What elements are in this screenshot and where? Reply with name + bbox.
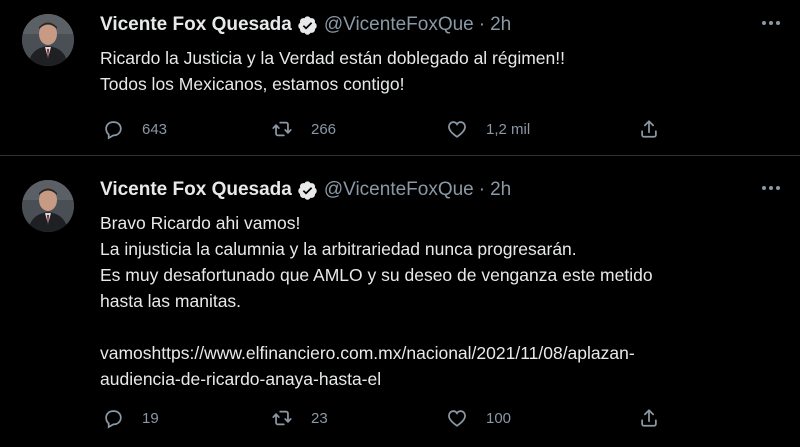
more-options-icon[interactable]	[756, 175, 786, 199]
tweet-text-line: Es muy desafortunado que AMLO y su deseo…	[100, 265, 653, 285]
reply-icon	[105, 410, 122, 429]
retweet-count: 266	[311, 120, 337, 138]
tweet[interactable]: Vicente Fox Quesada @VicenteFoxQue · 2h …	[0, 0, 800, 156]
reply-count: 643	[142, 120, 168, 138]
timeline: Vicente Fox Quesada @VicenteFoxQue · 2h …	[0, 0, 800, 447]
tweet-actions: 19 23 100	[100, 403, 670, 433]
like-button[interactable]: 100	[446, 403, 511, 433]
timestamp[interactable]: 2h	[490, 14, 511, 36]
like-count: 1,2 mil	[486, 120, 531, 138]
share-button[interactable]	[638, 114, 660, 144]
tweet-text-line: hasta las manitas.	[100, 291, 242, 311]
verified-badge-icon	[298, 15, 317, 35]
separator-dot: ·	[478, 179, 486, 200]
avatar[interactable]	[22, 14, 74, 66]
retweet-icon	[272, 121, 292, 137]
display-name[interactable]: Vicente Fox Quesada	[100, 14, 292, 36]
tweet-link-line[interactable]: audiencia-de-ricardo-anaya-hasta-el	[100, 366, 780, 392]
timestamp[interactable]: 2h	[490, 179, 511, 201]
reply-icon	[105, 121, 122, 140]
reply-button[interactable]: 19	[102, 403, 159, 433]
tweet-content: Vicente Fox Quesada @VicenteFoxQue · 2h …	[100, 175, 780, 392]
tweet-actions: 643 266 1,2 mil	[100, 114, 670, 144]
verified-badge-icon	[298, 180, 317, 200]
user-handle[interactable]: @VicenteFoxQue	[324, 179, 474, 201]
more-options-icon[interactable]	[756, 10, 786, 34]
tweet-text-line: Ricardo la Justicia y la Verdad están do…	[100, 48, 565, 68]
retweet-button[interactable]: 266	[271, 114, 336, 144]
share-icon	[641, 120, 657, 138]
like-button[interactable]: 1,2 mil	[446, 114, 530, 144]
tweet-text-line: Bravo Ricardo ahi vamos!	[100, 213, 301, 233]
tweet-header: Vicente Fox Quesada @VicenteFoxQue · 2h	[100, 10, 780, 40]
heart-icon	[448, 121, 466, 138]
like-count: 100	[486, 409, 512, 427]
tweet-text-line: Todos los Mexicanos, estamos contigo!	[100, 74, 405, 94]
retweet-icon	[272, 410, 292, 426]
display-name[interactable]: Vicente Fox Quesada	[100, 179, 292, 201]
retweet-button[interactable]: 23	[271, 403, 328, 433]
tweet-header: Vicente Fox Quesada @VicenteFoxQue · 2h	[100, 175, 780, 205]
separator-dot: ·	[478, 14, 486, 35]
tweet-content: Vicente Fox Quesada @VicenteFoxQue · 2h …	[100, 10, 780, 97]
avatar[interactable]	[22, 180, 74, 232]
tweet[interactable]: Vicente Fox Quesada @VicenteFoxQue · 2h …	[0, 156, 800, 447]
tweet-text-line: La injusticia la calumnia y la arbitrari…	[100, 239, 577, 259]
tweet-link-line[interactable]: vamoshttps://www.elfinanciero.com.mx/nac…	[100, 340, 780, 366]
user-handle[interactable]: @VicenteFoxQue	[324, 14, 474, 36]
share-button[interactable]	[638, 403, 660, 433]
tweet-text: Ricardo la Justicia y la Verdad están do…	[100, 45, 780, 97]
reply-button[interactable]: 643	[102, 114, 167, 144]
heart-icon	[448, 410, 466, 427]
tweet-text: Bravo Ricardo ahi vamos! La injusticia l…	[100, 210, 780, 392]
share-icon	[641, 409, 657, 427]
reply-count: 19	[142, 409, 159, 427]
retweet-count: 23	[311, 409, 328, 427]
